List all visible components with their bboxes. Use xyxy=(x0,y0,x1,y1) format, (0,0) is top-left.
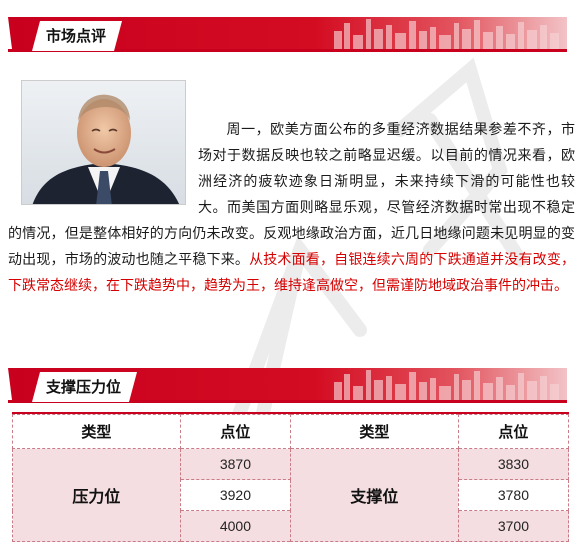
section-title-text: 支撑压力位 xyxy=(46,378,122,396)
resistance-value-2: 3920 xyxy=(179,479,291,511)
section-title: 支撑压力位 xyxy=(32,372,137,402)
skyline-decoration xyxy=(334,370,559,400)
section-title-text: 市场点评 xyxy=(46,27,107,45)
resistance-value-3: 4000 xyxy=(179,510,291,542)
header-type-2: 类型 xyxy=(289,414,459,449)
section-title: 市场点评 xyxy=(32,21,122,51)
section-header-market-comment: 市场点评 xyxy=(0,17,581,59)
support-value-2: 3780 xyxy=(457,479,570,511)
support-value-3: 3700 xyxy=(457,510,570,542)
article-body: 周一，欧美方面公布的多重经济数据结果参差不齐，市场对于数据反映也较之前略显迟缓。… xyxy=(8,117,575,299)
support-value-1: 3830 xyxy=(457,448,570,480)
table-header-row: 类型 点位 类型 点位 xyxy=(12,414,570,449)
header-type-1: 类型 xyxy=(12,414,181,449)
photo-float-spacer xyxy=(8,117,198,217)
table-row: 压力位 3870 支撑位 3830 xyxy=(12,448,570,542)
levels-table-wrapper: 类型 点位 类型 点位 压力位 3870 支撑位 3830 3920 3780 … xyxy=(12,414,570,542)
support-label: 支撑位 xyxy=(289,448,459,542)
table-top-line xyxy=(12,412,569,414)
header-level-1: 点位 xyxy=(179,414,291,449)
skyline-decoration xyxy=(334,19,559,49)
resistance-label: 压力位 xyxy=(12,448,181,542)
section-header-support-resistance: 支撑压力位 xyxy=(0,368,581,410)
header-level-2: 点位 xyxy=(457,414,570,449)
levels-table: 类型 点位 类型 点位 压力位 3870 支撑位 3830 3920 3780 … xyxy=(12,414,570,542)
resistance-value-1: 3870 xyxy=(179,448,291,480)
